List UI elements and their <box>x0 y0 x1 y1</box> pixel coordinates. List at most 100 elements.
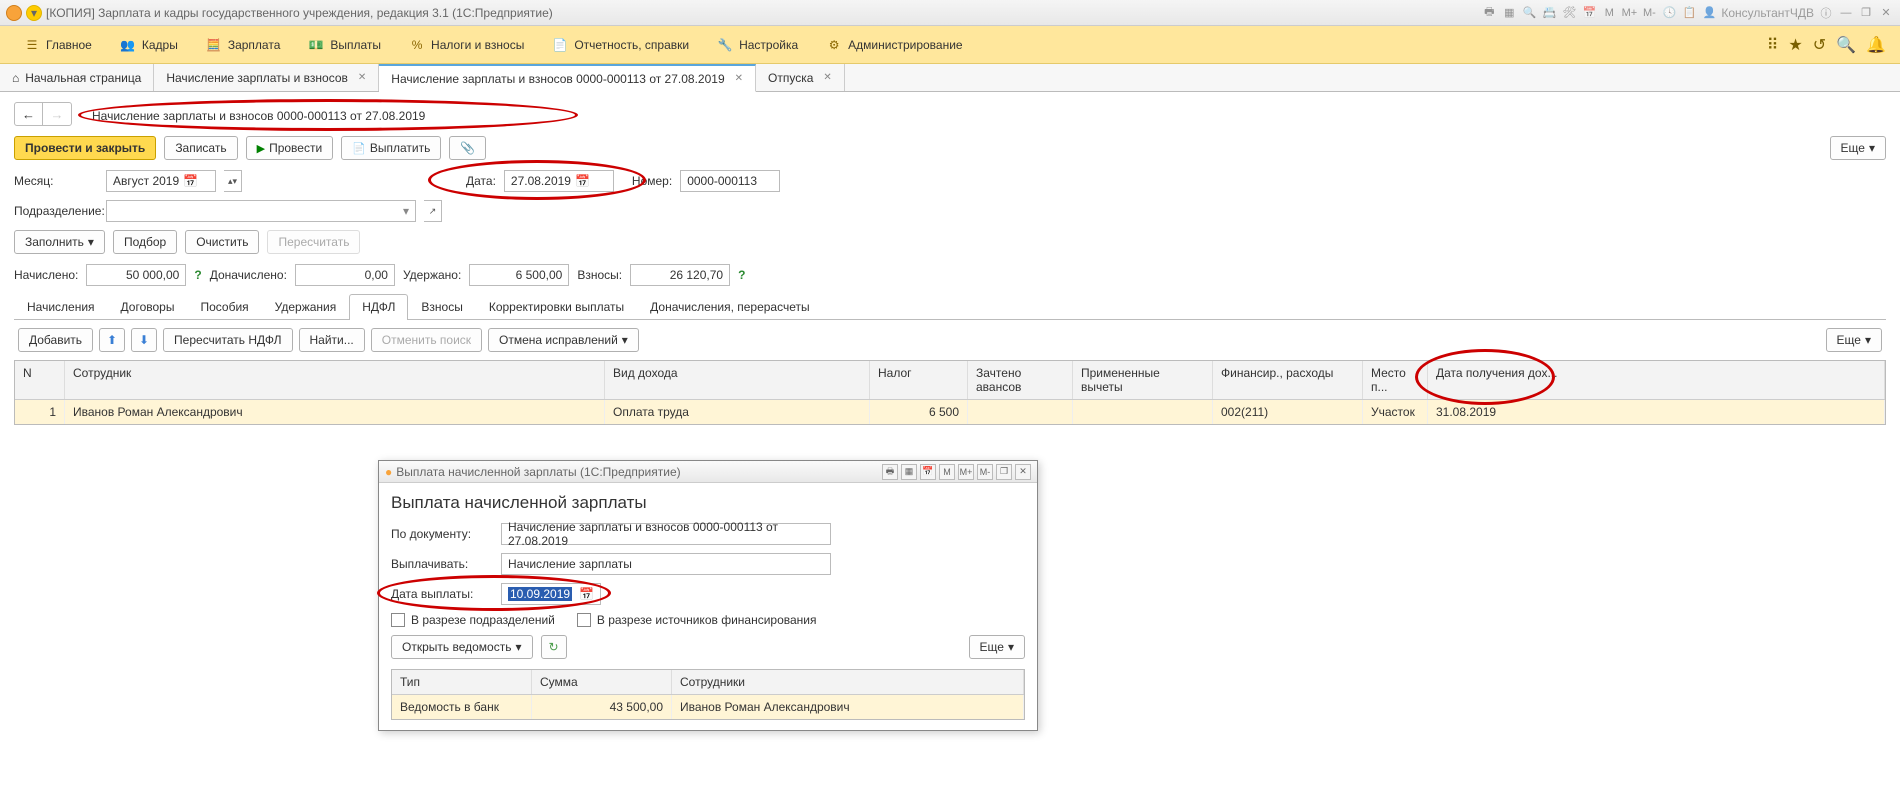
move-up-button[interactable]: ⬆ <box>99 328 125 352</box>
menu-admin[interactable]: ⚙Администрирование <box>812 29 976 61</box>
grid-icon[interactable]: ▦ <box>1501 5 1517 21</box>
col-income-type[interactable]: Вид дохода <box>605 361 870 399</box>
col-advance[interactable]: Зачтено авансов <box>968 361 1073 399</box>
menu-staff[interactable]: 👥Кадры <box>106 29 192 61</box>
nav-forward-button[interactable]: → <box>43 103 71 125</box>
pay-date-input[interactable]: 10.09.2019 📅 <box>501 583 601 605</box>
print-icon[interactable]: 🖶 <box>1481 5 1497 21</box>
menu-main[interactable]: ☰Главное <box>10 29 106 61</box>
calendar-icon[interactable]: 📅 <box>571 174 590 188</box>
m-minus-icon[interactable]: M- <box>977 464 993 480</box>
m-minus-icon[interactable]: M- <box>1641 5 1657 21</box>
month-spinner[interactable]: ▴▾ <box>224 170 242 192</box>
history-icon[interactable]: ↺ <box>1813 35 1826 55</box>
more-button[interactable]: Еще ▾ <box>1830 136 1886 160</box>
refresh-button[interactable]: ↻ <box>541 635 567 659</box>
table-row[interactable]: 1 Иванов Роман Александрович Оплата труд… <box>15 400 1885 424</box>
apps-icon[interactable]: ⠿ <box>1767 35 1779 55</box>
calendar-icon[interactable]: 📅 <box>1581 5 1597 21</box>
subtab-contrib[interactable]: Взносы <box>408 294 475 319</box>
table-row[interactable]: Ведомость в банк 43 500,00 Иванов Роман … <box>392 695 1024 719</box>
by-doc-input[interactable]: Начисление зарплаты и взносов 0000-00011… <box>501 523 831 545</box>
subtab-benefits[interactable]: Пособия <box>187 294 261 319</box>
open-sheet-button[interactable]: Открыть ведомость ▾ <box>391 635 533 659</box>
close-icon[interactable]: ✕ <box>1015 464 1031 480</box>
add-button[interactable]: Добавить <box>18 328 93 352</box>
dept-open-button[interactable]: ↗ <box>424 200 442 222</box>
menu-reports[interactable]: 📄Отчетность, справки <box>538 29 703 61</box>
menu-taxes[interactable]: %Налоги и взносы <box>395 29 538 61</box>
nav-back-button[interactable]: ← <box>15 103 43 125</box>
close-icon[interactable]: ✕ <box>735 73 743 84</box>
save-button[interactable]: Записать <box>164 136 237 160</box>
clipboard-icon[interactable]: 📋 <box>1681 5 1697 21</box>
subtab-corrections[interactable]: Корректировки выплаты <box>476 294 637 319</box>
subtab-accruals[interactable]: Начисления <box>14 294 108 319</box>
clock-icon[interactable]: 🕓 <box>1661 5 1677 21</box>
tools-icon[interactable]: 🛠 <box>1561 5 1577 21</box>
m-plus-icon[interactable]: M+ <box>1621 5 1637 21</box>
calc-icon[interactable]: 📇 <box>1541 5 1557 21</box>
col-place[interactable]: Место п... <box>1363 361 1428 399</box>
by-source-checkbox[interactable] <box>577 613 591 627</box>
dept-input[interactable]: ▾ <box>106 200 416 222</box>
post-close-button[interactable]: Провести и закрыть <box>14 136 156 160</box>
col-income-date[interactable]: Дата получения дох... <box>1428 361 1885 399</box>
fill-button[interactable]: Заполнить ▾ <box>14 230 105 254</box>
withheld-input[interactable]: 6 500,00 <box>469 264 569 286</box>
tab-accruals[interactable]: Начисление зарплаты и взносов ✕ <box>154 64 379 91</box>
by-dept-checkbox[interactable] <box>391 613 405 627</box>
close-icon[interactable]: ✕ <box>823 72 831 83</box>
col-deductions[interactable]: Примененные вычеты <box>1073 361 1213 399</box>
attach-button[interactable]: 📎 <box>449 136 486 160</box>
modal-more-button[interactable]: Еще ▾ <box>969 635 1025 659</box>
tab-vacations[interactable]: Отпуска ✕ <box>756 64 845 91</box>
grid-icon[interactable]: ▦ <box>901 464 917 480</box>
month-input[interactable]: Август 2019📅 <box>106 170 216 192</box>
tab-current-doc[interactable]: Начисление зарплаты и взносов 0000-00011… <box>379 64 756 92</box>
mcol-type[interactable]: Тип <box>392 670 532 694</box>
calendar-icon[interactable]: 📅 <box>920 464 936 480</box>
recalc-ndfl-button[interactable]: Пересчитать НДФЛ <box>163 328 292 352</box>
minimize-icon[interactable]: — <box>1838 5 1854 21</box>
m-plus-icon[interactable]: M+ <box>958 464 974 480</box>
col-employee[interactable]: Сотрудник <box>65 361 605 399</box>
search-icon[interactable]: 🔍 <box>1836 35 1856 55</box>
post-button[interactable]: ▶Провести <box>246 136 334 160</box>
calendar-icon[interactable]: 📅 <box>579 587 594 601</box>
close-icon[interactable]: ✕ <box>358 72 366 83</box>
bell-icon[interactable]: 🔔 <box>1866 35 1886 55</box>
mcol-sum[interactable]: Сумма <box>532 670 672 694</box>
help-icon[interactable]: ? <box>194 268 201 282</box>
star-icon[interactable]: ★ <box>1788 35 1802 55</box>
m-icon[interactable]: M <box>939 464 955 480</box>
subtab-addaccruals[interactable]: Доначисления, перерасчеты <box>637 294 822 319</box>
col-finance[interactable]: Финансир., расходы <box>1213 361 1363 399</box>
col-tax[interactable]: Налог <box>870 361 968 399</box>
menu-payments[interactable]: 💵Выплаты <box>294 29 395 61</box>
chevron-down-icon[interactable]: ▾ <box>399 204 409 218</box>
addaccrued-input[interactable]: 0,00 <box>295 264 395 286</box>
clear-button[interactable]: Очистить <box>185 230 259 254</box>
pay-button[interactable]: 📄Выплатить <box>341 136 441 160</box>
menu-salary[interactable]: 🧮Зарплата <box>192 29 295 61</box>
pay-input[interactable]: Начисление зарплаты <box>501 553 831 575</box>
subtab-ndfl[interactable]: НДФЛ <box>349 294 408 320</box>
contrib-input[interactable]: 26 120,70 <box>630 264 730 286</box>
search-icon[interactable]: 🔍 <box>1521 5 1537 21</box>
restore-icon[interactable]: ❐ <box>996 464 1012 480</box>
tab-home[interactable]: ⌂ Начальная страница <box>0 64 154 91</box>
subtab-withholdings[interactable]: Удержания <box>262 294 350 319</box>
dropdown-icon[interactable]: ▾ <box>26 5 42 21</box>
menu-settings[interactable]: 🔧Настройка <box>703 29 812 61</box>
calendar-icon[interactable]: 📅 <box>179 174 198 188</box>
help-icon[interactable]: ? <box>738 268 745 282</box>
accrued-input[interactable]: 50 000,00 <box>86 264 186 286</box>
move-down-button[interactable]: ⬇ <box>131 328 157 352</box>
restore-icon[interactable]: ❐ <box>1858 5 1874 21</box>
pick-button[interactable]: Подбор <box>113 230 177 254</box>
print-icon[interactable]: 🖶 <box>882 464 898 480</box>
find-button[interactable]: Найти... <box>299 328 365 352</box>
mcol-emp[interactable]: Сотрудники <box>672 670 1024 694</box>
grid-more-button[interactable]: Еще ▾ <box>1826 328 1882 352</box>
